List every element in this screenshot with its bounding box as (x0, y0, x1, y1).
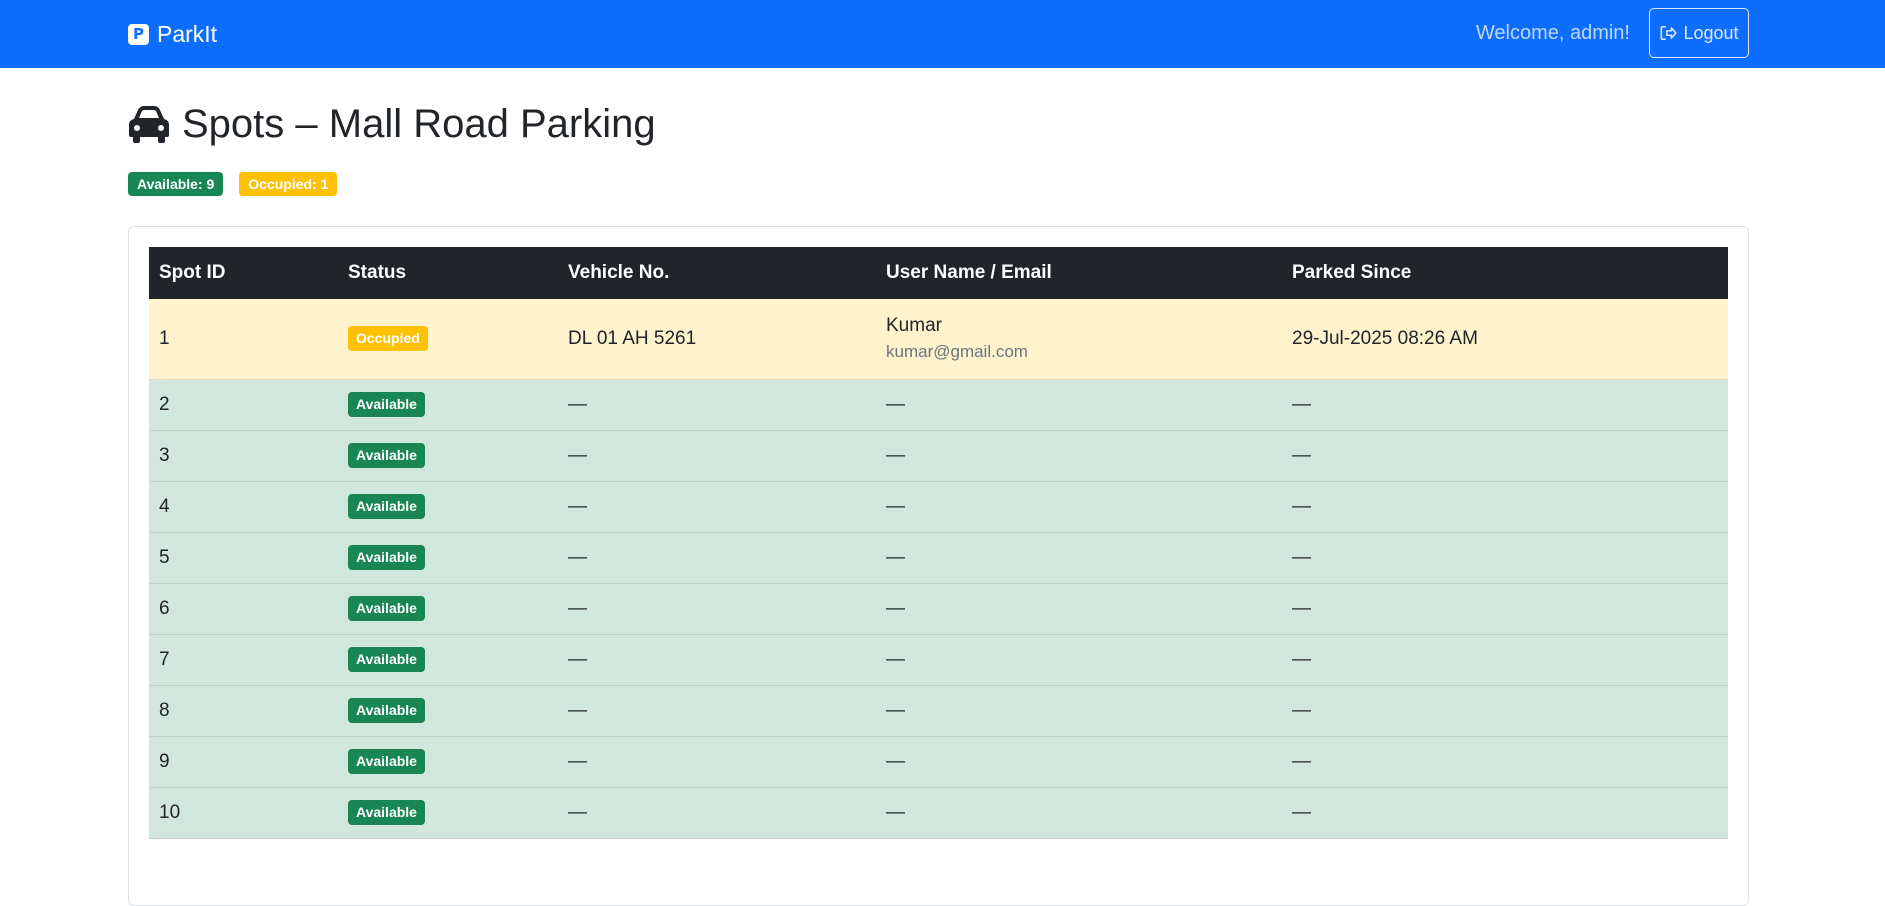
table-row: 6 Available — — — (149, 583, 1728, 635)
status-badge: Available (348, 545, 425, 570)
user-cell: — (876, 481, 1282, 533)
available-count-badge: Available: 9 (128, 172, 224, 196)
status-cell: Available (338, 634, 558, 686)
status-cell: Available (338, 787, 558, 839)
user-cell: — (876, 430, 1282, 482)
parked-since: — (1282, 430, 1728, 482)
header-vehicle-no: Vehicle No. (558, 247, 876, 299)
vehicle-no: DL 01 AH 5261 (558, 299, 876, 380)
status-cell: Available (338, 379, 558, 431)
user-cell: Kumar kumar@gmail.com (876, 299, 1282, 380)
user-cell: — (876, 634, 1282, 686)
logout-icon (1660, 26, 1678, 40)
status-badge: Available (348, 443, 425, 468)
vehicle-no: — (558, 430, 876, 482)
parked-since: — (1282, 583, 1728, 635)
status-cell: Available (338, 481, 558, 533)
vehicle-no: — (558, 634, 876, 686)
spot-id: 6 (149, 583, 338, 635)
vehicle-no: — (558, 583, 876, 635)
parked-since: — (1282, 787, 1728, 839)
car-icon (129, 106, 169, 143)
user-cell: — (876, 787, 1282, 839)
parked-since: — (1282, 532, 1728, 584)
parked-since: — (1282, 634, 1728, 686)
status-badge: Available (348, 800, 425, 825)
table-row: 3 Available — — — (149, 430, 1728, 482)
parking-icon: P (128, 23, 149, 45)
logout-label: Logout (1683, 22, 1739, 43)
brand-name: ParkIt (157, 20, 218, 47)
occupied-count-badge: Occupied: 1 (239, 172, 338, 196)
user-cell: — (876, 379, 1282, 431)
parked-since: — (1282, 736, 1728, 788)
header-user: User Name / Email (876, 247, 1282, 299)
table-row: 2 Available — — — (149, 379, 1728, 431)
vehicle-no: — (558, 736, 876, 788)
parked-since: — (1282, 481, 1728, 533)
table-row: 9 Available — — — (149, 736, 1728, 788)
user-cell: — (876, 685, 1282, 737)
header-status: Status (338, 247, 558, 299)
header-spot-id: Spot ID (149, 247, 338, 299)
status-badge: Available (348, 698, 425, 723)
status-badge: Available (348, 494, 425, 519)
table-row: 5 Available — — — (149, 532, 1728, 584)
user-cell: — (876, 532, 1282, 584)
status-cell: Available (338, 736, 558, 788)
user-cell: — (876, 736, 1282, 788)
page-title-text: Spots – Mall Road Parking (182, 101, 656, 146)
status-badge: Available (348, 749, 425, 774)
summary-badges: Available: 9 Occupied: 1 (128, 172, 338, 196)
user-email: kumar@gmail.com (886, 341, 1028, 361)
logout-button[interactable]: Logout (1649, 8, 1749, 58)
spot-id: 8 (149, 685, 338, 737)
parked-since: — (1282, 685, 1728, 737)
spot-id: 9 (149, 736, 338, 788)
spot-id: 3 (149, 430, 338, 482)
page-title: Spots – Mall Road Parking (128, 98, 656, 150)
vehicle-no: — (558, 379, 876, 431)
user-cell: — (876, 583, 1282, 635)
brand-link[interactable]: P ParkIt (128, 20, 217, 48)
parked-since: — (1282, 379, 1728, 431)
spot-id: 7 (149, 634, 338, 686)
status-badge: Available (348, 596, 425, 621)
table-header-row: Spot ID Status Vehicle No. User Name / E… (149, 247, 1728, 299)
table-row: 4 Available — — — (149, 481, 1728, 533)
parked-since: 29-Jul-2025 08:26 AM (1282, 299, 1728, 380)
status-badge: Available (348, 647, 425, 672)
table-row: 10 Available — — — (149, 787, 1728, 839)
vehicle-no: — (558, 532, 876, 584)
status-badge: Occupied (348, 326, 428, 352)
spots-table: Spot ID Status Vehicle No. User Name / E… (149, 247, 1728, 839)
table-row: 8 Available — — — (149, 685, 1728, 737)
user-name: Kumar (886, 314, 942, 336)
status-cell: Available (338, 583, 558, 635)
spot-id: 2 (149, 379, 338, 431)
header-parked-since: Parked Since (1282, 247, 1728, 299)
welcome-text: Welcome, admin! (1475, 22, 1630, 44)
status-cell: Occupied (338, 299, 558, 380)
top-navbar: P ParkIt Welcome, admin! Logout (0, 0, 1885, 68)
status-cell: Available (338, 685, 558, 737)
spot-id: 10 (149, 787, 338, 839)
table-row: 7 Available — — — (149, 634, 1728, 686)
vehicle-no: — (558, 787, 876, 839)
spot-id: 1 (149, 299, 338, 380)
spot-id: 4 (149, 481, 338, 533)
status-cell: Available (338, 430, 558, 482)
table-row: 1 Occupied DL 01 AH 5261 Kumar kumar@gma… (149, 299, 1728, 380)
vehicle-no: — (558, 481, 876, 533)
status-cell: Available (338, 532, 558, 584)
vehicle-no: — (558, 685, 876, 737)
spot-id: 5 (149, 532, 338, 584)
status-badge: Available (348, 392, 425, 417)
